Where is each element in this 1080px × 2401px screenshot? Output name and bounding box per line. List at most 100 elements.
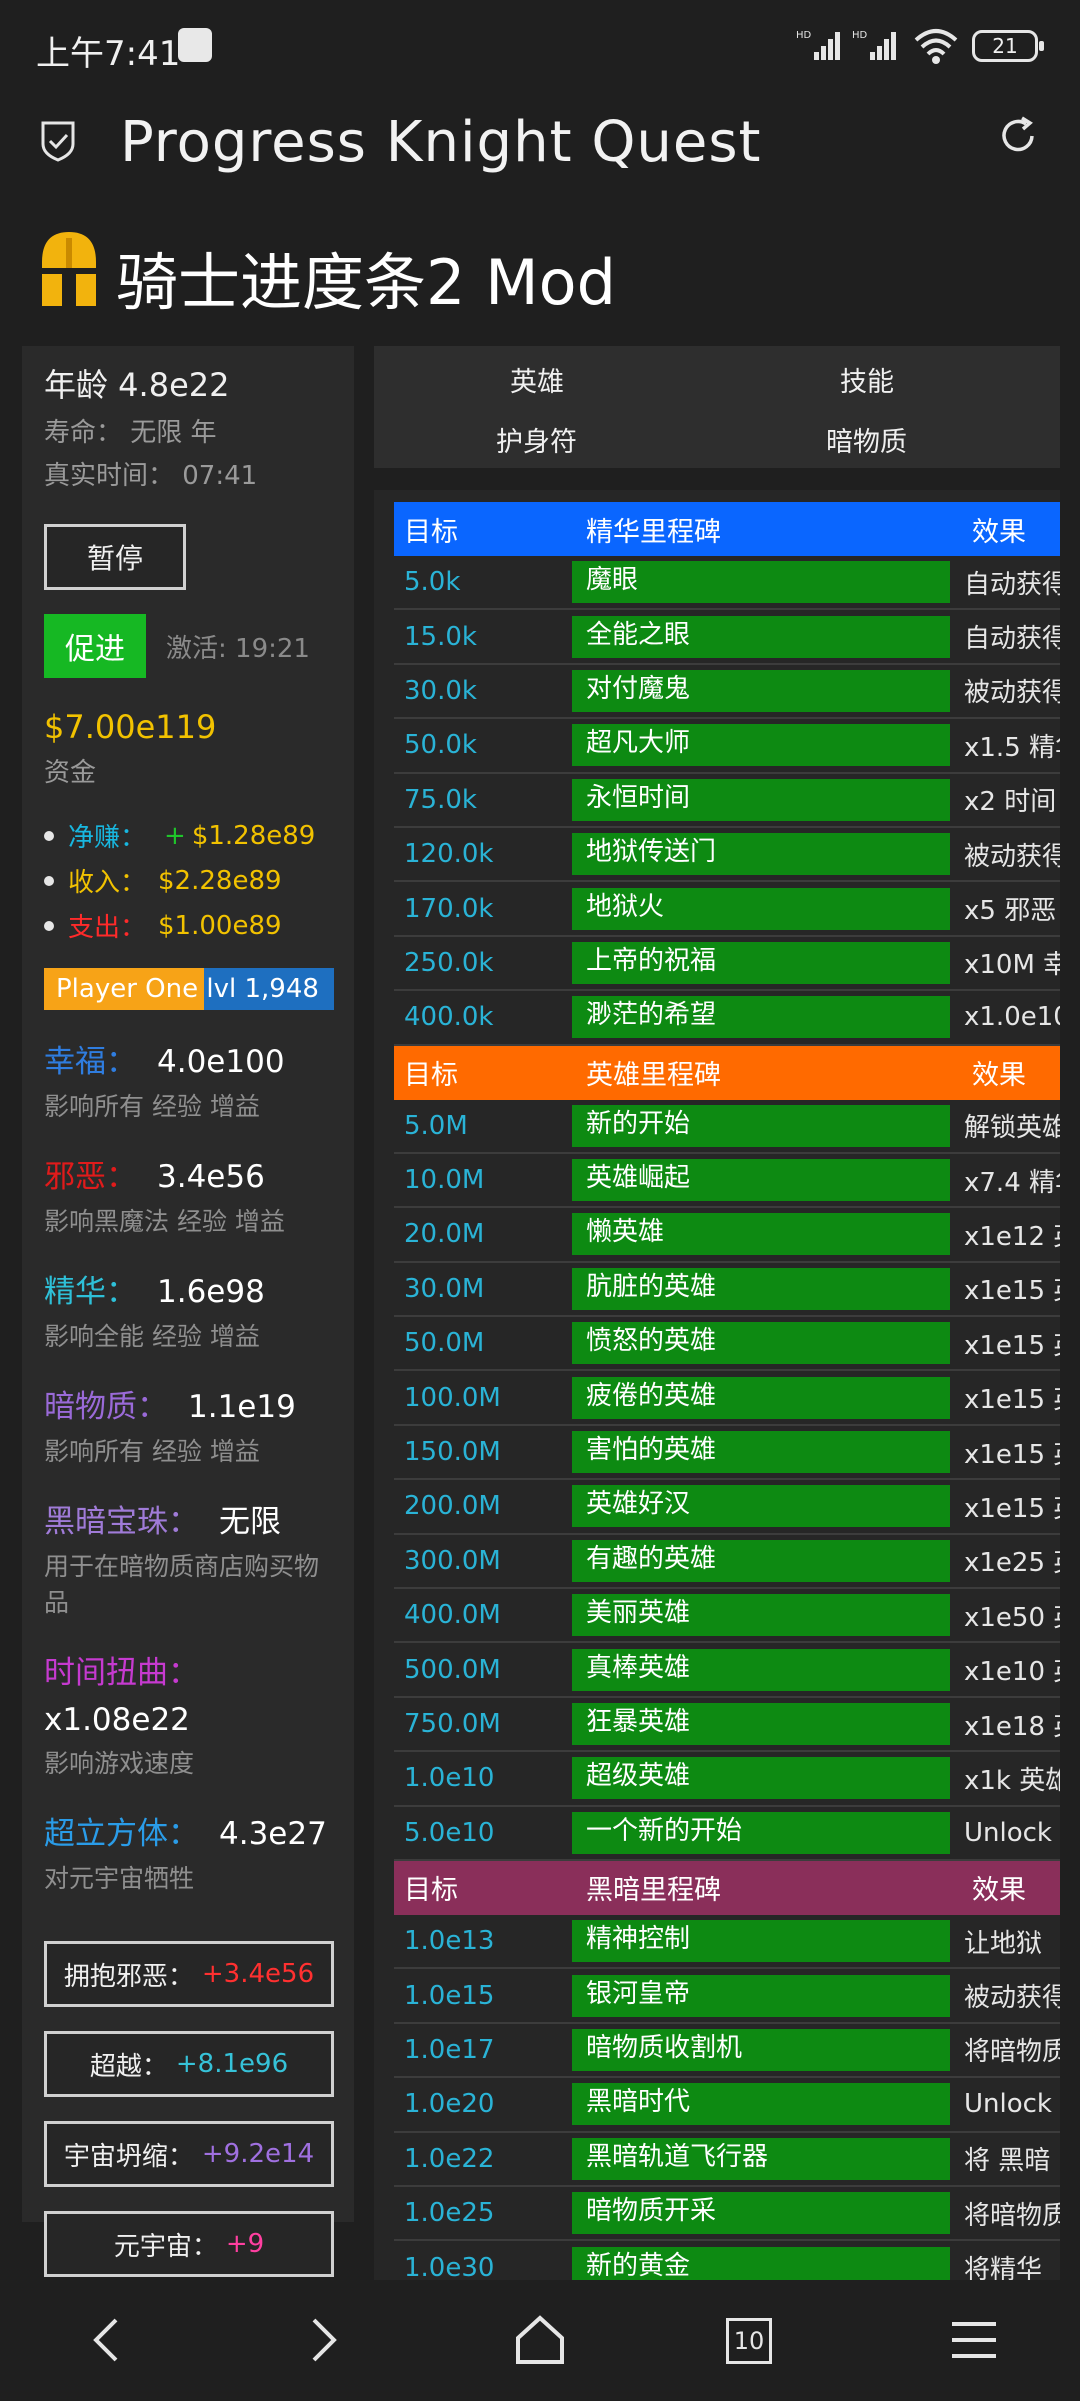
milestone-name: 永恒时间 (572, 778, 950, 821)
table-row: 170.0k 地狱火 x5 邪恶 (394, 882, 1060, 937)
milestone-name: 肮脏的英雄 (572, 1267, 950, 1310)
tab-amulets[interactable]: 护身符 (496, 420, 577, 459)
milestone-goal: 170.0k (404, 893, 494, 924)
tab-heroes[interactable]: 英雄 (510, 360, 564, 399)
table-row: 1.0e10 超级英雄 x1k 英雄 (394, 1752, 1060, 1807)
home-icon[interactable] (510, 2310, 570, 2370)
net-label: 净赚： (68, 823, 147, 853)
income-value: $2.28e89 (158, 865, 282, 896)
milestone-goal: 1.0e10 (404, 1763, 495, 1794)
tab-dark-matter[interactable]: 暗物质 (826, 420, 907, 459)
milestone-name: 黑暗时代 (572, 2083, 950, 2126)
milestone-name: 新的开始 (572, 1104, 950, 1147)
milestone-goal: 1.0e25 (404, 2198, 495, 2229)
milestone-effect: 将 黑暗 (964, 2146, 1051, 2177)
table-row: 1.0e15 银河皇帝 被动获得 (394, 1969, 1060, 2024)
table-row: 15.0k 全能之眼 自动获得 (394, 610, 1060, 665)
header-effect: 效果 (972, 516, 1026, 548)
milestone-goal: 1.0e13 (404, 1926, 495, 1957)
table-section-header: 目标 黑暗里程碑 效果 (394, 1860, 1060, 1915)
section-tabs: 英雄 技能 护身符 暗物质 (374, 346, 1060, 468)
battery-icon: 21 (972, 30, 1044, 62)
money-value: $7.00e119 (44, 708, 217, 746)
income-row: 收入： $2.28e89 (44, 862, 332, 899)
prestige-actions: 拥抱邪恶： +3.4e56 超越： +8.1e96 宇宙坍缩： +9.2e14 元宇宙… (44, 1941, 334, 2277)
milestone-effect: x1k 英雄 (964, 1765, 1060, 1796)
collapse-universe-button[interactable]: 宇宙坍缩： +9.2e14 (44, 2121, 334, 2187)
reload-icon[interactable] (996, 114, 1040, 158)
boost-button[interactable]: 促进 (44, 614, 146, 678)
evil-label: 邪恶： (44, 1159, 137, 1195)
boost-cooldown: 激活: 19:21 (166, 633, 310, 664)
milestone-effect: 让地狱 (964, 1928, 1043, 1959)
table-row: 150.0M 害怕的英雄 x1e15 英 (394, 1426, 1060, 1481)
milestone-goal: 120.0k (404, 839, 494, 870)
status-bar: 上午7:41 HD HD 21 (0, 0, 1080, 92)
table-row: 1.0e13 精神控制 让地狱 (394, 1915, 1060, 1970)
milestone-goal: 15.0k (404, 621, 477, 652)
header-goal: 目标 (404, 516, 458, 548)
header-goal: 目标 (404, 1875, 458, 1907)
net-value: $1.28e89 (191, 820, 316, 851)
header-milestone: 精华里程碑 (586, 516, 721, 548)
shield-icon[interactable] (40, 120, 76, 162)
milestone-goal: 75.0k (404, 784, 477, 815)
table-row: 20.0M 懒英雄 x1e12 英 (394, 1208, 1060, 1263)
milestone-effect: x1e15 英 (964, 1330, 1060, 1361)
milestone-name: 狂暴英雄 (572, 1703, 950, 1745)
transcend-button[interactable]: 超越： +8.1e96 (44, 2031, 334, 2097)
happiness-value: 4.0e100 (157, 1044, 285, 1080)
milestone-name: 一个新的开始 (572, 1811, 950, 1854)
table-section-header: 目标 精华里程碑 效果 (394, 502, 1060, 556)
back-icon[interactable] (78, 2310, 138, 2370)
milestone-goal: 10.0M (404, 1165, 485, 1196)
table-row: 400.0k 渺茫的希望 x1.0e10 (394, 991, 1060, 1046)
essence-value: 1.6e98 (157, 1274, 265, 1310)
header-goal: 目标 (404, 1060, 458, 1092)
income-label: 收入： (68, 868, 147, 898)
dark-orb-stat: 黑暗宝珠： 无限 用于在暗物质商店购买物品 (44, 1496, 332, 1621)
hypercube-label: 超立方体： (44, 1816, 199, 1852)
table-row: 1.0e25 暗物质开采 将暗物质 (394, 2187, 1060, 2242)
forward-icon[interactable] (292, 2310, 352, 2370)
metaverse-button[interactable]: 元宇宙： +9 (44, 2211, 334, 2277)
milestone-effect: x1e25 英 (964, 1548, 1060, 1579)
milestone-name: 地狱火 (572, 887, 950, 930)
real-time-display: 真实时间： 07:41 (44, 461, 258, 491)
milestone-name: 真棒英雄 (572, 1648, 950, 1691)
tab-skills[interactable]: 技能 (840, 360, 894, 399)
hypercube-value: 4.3e27 (219, 1816, 327, 1852)
evil-stat: 邪恶： 3.4e56 影响黑魔法 经验 增益 (44, 1151, 332, 1240)
collapse-universe-label: 宇宙坍缩： (63, 2141, 194, 2172)
evil-value: 3.4e56 (157, 1159, 265, 1195)
finance-list: 净赚： + $1.28e89 收入： $2.28e89 支出： $1.00e89 (44, 817, 332, 944)
left-panel: 年龄 4.8e22 寿命： 无限 年 真实时间： 07:41 暂停 促进 激活:… (22, 346, 354, 2277)
milestone-effect: 被动获得 (964, 1983, 1060, 2014)
dark-orb-value: 无限 (219, 1504, 281, 1540)
wifi-icon (914, 29, 958, 64)
milestone-effect: x1.0e10 (964, 1002, 1060, 1033)
milestone-goal: 5.0e10 (404, 1817, 495, 1848)
expense-row: 支出： $1.00e89 (44, 907, 332, 944)
milestone-goal: 500.0M (404, 1654, 501, 1685)
menu-icon[interactable] (944, 2310, 1004, 2370)
age-display: 年龄 4.8e22 (44, 366, 230, 404)
collapse-universe-value: +9.2e14 (201, 2139, 315, 2169)
table-row: 5.0M 新的开始 解锁英雄 (394, 1100, 1060, 1154)
header-effect: 效果 (972, 1875, 1026, 1907)
milestone-effect: 将精华 (964, 2255, 1043, 2280)
tabs-count-button[interactable]: 10 (726, 2318, 772, 2364)
embrace-evil-button[interactable]: 拥抱邪恶： +3.4e56 (44, 1941, 334, 2007)
player-level-text: Player One lvl 1,948 (56, 974, 319, 1004)
milestone-effect: x1e15 英 (964, 1493, 1060, 1524)
milestone-effect: Unlock (964, 1817, 1052, 1848)
milestone-goal: 1.0e22 (404, 2143, 495, 2174)
milestone-goal: 400.0k (404, 1002, 494, 1033)
pause-button[interactable]: 暂停 (44, 524, 186, 590)
browser-toolbar: Progress Knight Quest (0, 92, 1080, 192)
milestone-goal: 30.0k (404, 675, 477, 706)
dark-matter-desc: 影响所有 经验 增益 (44, 1437, 260, 1466)
milestone-effect: x7.4 精华 (964, 1167, 1060, 1198)
milestone-goal: 1.0e30 (404, 2252, 495, 2280)
net-plus: + (164, 820, 186, 851)
